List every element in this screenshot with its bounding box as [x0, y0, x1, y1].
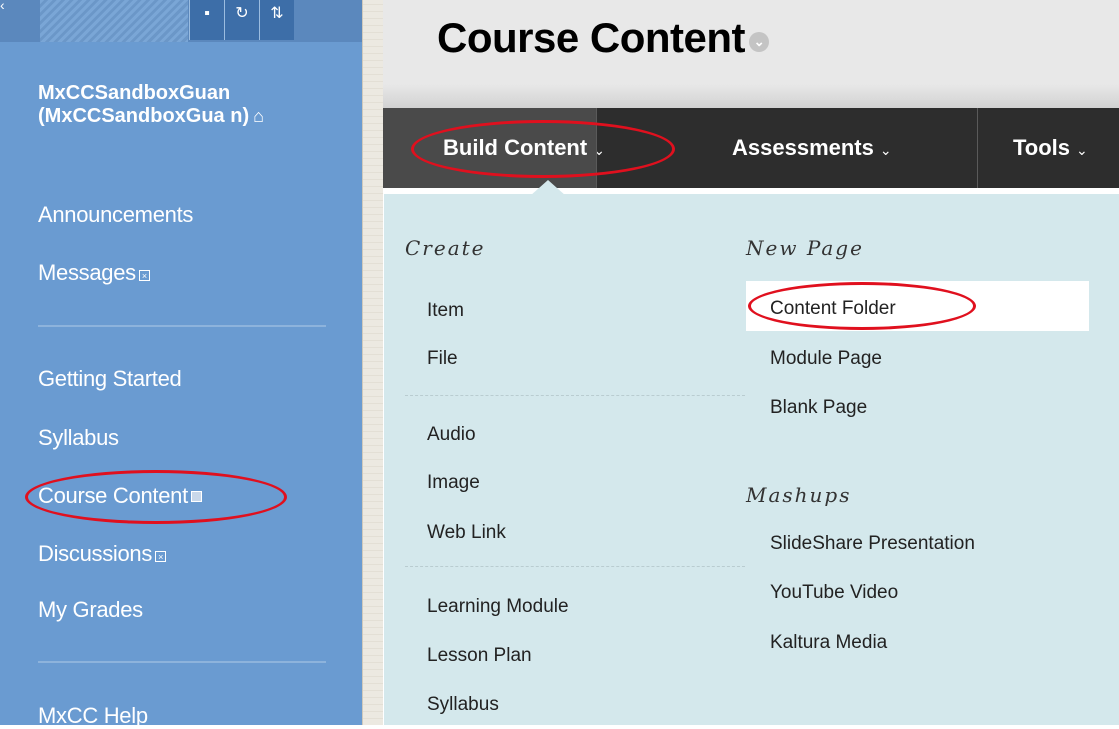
- course-menu-toolbar: ‹ ▪ ↻ ⇅: [0, 0, 362, 42]
- course-title[interactable]: MxCCSandboxGuan (MxCCSandboxGua n) ⌂: [38, 82, 358, 128]
- sidebar-item-label[interactable]: Getting Started: [38, 366, 182, 391]
- header-shadow: [383, 84, 1119, 108]
- sidebar-item-label[interactable]: Announcements: [38, 202, 193, 227]
- menu-item-learning-module[interactable]: Learning Module: [427, 596, 569, 618]
- sidebar-item-label[interactable]: Syllabus: [38, 425, 119, 450]
- sidebar-item-label[interactable]: My Grades: [38, 597, 143, 622]
- assessments-label: Assessments: [732, 135, 874, 160]
- menu-item-syllabus[interactable]: Syllabus: [427, 694, 499, 716]
- new-page-heading: New Page: [746, 236, 864, 260]
- chevron-down-icon: ⌄: [1076, 142, 1088, 158]
- menu-item-slideshare[interactable]: SlideShare Presentation: [770, 533, 975, 555]
- menu-divider: [405, 395, 745, 396]
- course-title-text[interactable]: MxCCSandboxGuan (MxCCSandboxGua n): [38, 82, 249, 127]
- sidebar-item-my-grades[interactable]: My Grades: [38, 597, 143, 623]
- refresh-icon[interactable]: ↻: [224, 0, 259, 40]
- sidebar-item-label[interactable]: MxCC Help: [38, 703, 148, 728]
- chevron-down-icon[interactable]: ⌄: [749, 32, 769, 52]
- hidden-link-icon: ×: [155, 551, 167, 562]
- menu-resize-handle[interactable]: [362, 0, 383, 725]
- sidebar-divider: [38, 661, 326, 663]
- menu-item-lesson-plan[interactable]: Lesson Plan: [427, 645, 532, 667]
- content-icon: [190, 491, 202, 502]
- course-menu: ‹ ▪ ↻ ⇅ MxCCSandboxGuan (MxCCSandboxGua …: [0, 0, 362, 728]
- home-icon[interactable]: ⌂: [253, 106, 264, 126]
- action-bar-divider: [977, 108, 978, 188]
- page-title: Course Content ⌄: [437, 14, 769, 62]
- sidebar-item-discussions[interactable]: Discussions ×: [38, 541, 167, 567]
- menu-item-kaltura-media[interactable]: Kaltura Media: [770, 632, 887, 654]
- action-bar-divider: [596, 108, 597, 188]
- menu-item-content-folder[interactable]: Content Folder: [770, 298, 896, 320]
- course-banner: [40, 0, 188, 42]
- menu-collapse-icon[interactable]: ‹: [0, 0, 8, 14]
- menu-item-item[interactable]: Item: [427, 300, 464, 322]
- tools-button[interactable]: Tools ⌄: [1013, 108, 1088, 188]
- menu-item-image[interactable]: Image: [427, 472, 480, 494]
- sidebar-item-course-content[interactable]: Course Content: [38, 483, 202, 509]
- sidebar-item-label[interactable]: Messages: [38, 260, 136, 285]
- sidebar-item-mxcc-help[interactable]: MxCC Help: [38, 703, 148, 729]
- hidden-link-icon: ×: [138, 270, 150, 281]
- create-heading: Create: [405, 236, 486, 260]
- menu-divider: [405, 566, 745, 567]
- mashups-heading: Mashups: [746, 483, 852, 507]
- tools-label: Tools: [1013, 135, 1071, 160]
- assessments-button[interactable]: Assessments ⌄: [732, 108, 892, 188]
- menu-item-blank-page[interactable]: Blank Page: [770, 397, 867, 419]
- window-icon[interactable]: ▪: [189, 0, 224, 40]
- menu-item-youtube-video[interactable]: YouTube Video: [770, 582, 898, 604]
- sidebar-item-label[interactable]: Course Content: [38, 483, 188, 508]
- action-bar: Build Content ⌄ Assessments ⌄ Tools ⌄: [383, 108, 1119, 188]
- chevron-down-icon: ⌄: [593, 142, 605, 158]
- menu-item-web-link[interactable]: Web Link: [427, 522, 506, 544]
- sidebar-item-syllabus[interactable]: Syllabus: [38, 425, 119, 451]
- sidebar-item-announcements[interactable]: Announcements: [38, 202, 193, 228]
- build-content-label: Build Content: [443, 135, 588, 160]
- menu-item-audio[interactable]: Audio: [427, 424, 476, 446]
- sidebar-item-label[interactable]: Discussions: [38, 541, 152, 566]
- page-header: Course Content ⌄: [383, 0, 1119, 84]
- menu-item-module-page[interactable]: Module Page: [770, 348, 882, 370]
- sidebar-divider: [38, 325, 326, 327]
- sort-icon[interactable]: ⇅: [259, 0, 294, 40]
- chevron-down-icon: ⌄: [879, 142, 892, 158]
- sidebar-item-getting-started[interactable]: Getting Started: [38, 366, 182, 392]
- build-content-button[interactable]: Build Content ⌄: [383, 108, 605, 188]
- page-title-text: Course Content: [437, 14, 746, 61]
- menu-item-file[interactable]: File: [427, 348, 458, 370]
- sidebar-item-messages[interactable]: Messages ×: [38, 260, 150, 286]
